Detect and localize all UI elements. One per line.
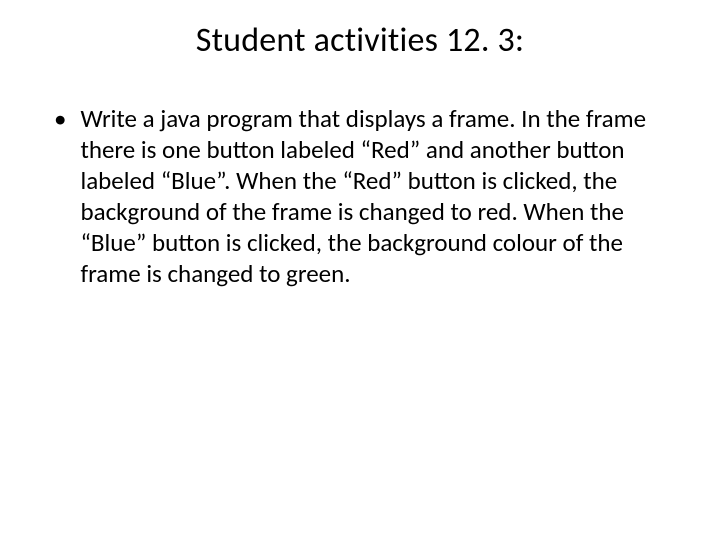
slide-content: • Write a java program that displays a f… bbox=[48, 103, 672, 289]
list-item: • Write a java program that displays a f… bbox=[54, 103, 672, 289]
bullet-text: Write a java program that displays a fra… bbox=[80, 103, 672, 289]
bullet-marker: • bbox=[54, 103, 66, 134]
slide-title: Student activities 12. 3: bbox=[48, 20, 672, 61]
